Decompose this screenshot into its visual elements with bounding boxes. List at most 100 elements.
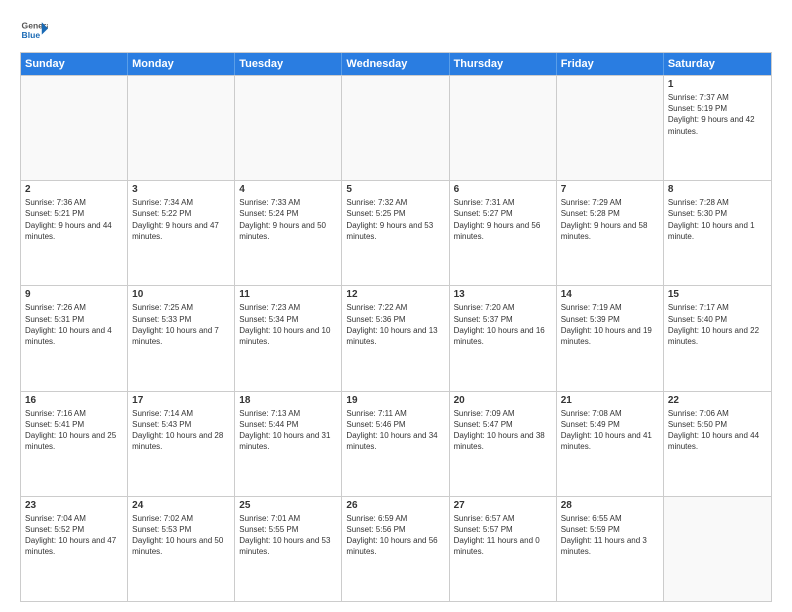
day-cell-18: 18Sunrise: 7:13 AM Sunset: 5:44 PM Dayli… — [235, 392, 342, 496]
day-number: 7 — [561, 184, 659, 195]
day-number: 8 — [668, 184, 767, 195]
day-number: 6 — [454, 184, 552, 195]
day-info: Sunrise: 7:09 AM Sunset: 5:47 PM Dayligh… — [454, 408, 552, 453]
day-cell-26: 26 Sunrise: 6:59 AM Sunset: 5:56 PM Dayli… — [342, 497, 449, 601]
weekday-header-friday: Friday — [557, 53, 664, 75]
day-number: 12 — [346, 289, 444, 300]
day-cell-27: 27 Sunrise: 6:57 AM Sunset: 5:57 PM Dayli… — [450, 497, 557, 601]
day-cell-8: 8 Sunrise: 7:28 AM Sunset: 5:30 PM Daylig… — [664, 181, 771, 285]
day-info: Sunrise: 7:11 AM Sunset: 5:46 PM Dayligh… — [346, 408, 444, 453]
logo-icon: General Blue — [20, 16, 48, 44]
day-cell-12: 12 Sunrise: 7:22 AM Sunset: 5:36 PM Dayli… — [342, 286, 449, 390]
day-cell-15: 15 Sunrise: 7:17 AM Sunset: 5:40 PM Dayli… — [664, 286, 771, 390]
day-number: 13 — [454, 289, 552, 300]
day-cell-20: 20 Sunrise: 7:09 AM Sunset: 5:47 PM Dayli… — [450, 392, 557, 496]
day-number: 25 — [239, 500, 337, 511]
svg-text:Blue: Blue — [22, 30, 41, 40]
day-info: Sunrise: 7:32 AM Sunset: 5:25 PM Dayligh… — [346, 197, 444, 242]
empty-cell-0-5 — [557, 76, 664, 180]
empty-cell-0-4 — [450, 76, 557, 180]
day-number: 21 — [561, 395, 659, 406]
day-info: Sunrise: 7:19 AM Sunset: 5:39 PM Dayligh… — [561, 302, 659, 347]
day-number: 10 — [132, 289, 230, 300]
day-info: Sunrise: 7:23 AM Sunset: 5:34 PM Dayligh… — [239, 302, 337, 347]
day-info: Sunrise: 7:33 AM Sunset: 5:24 PM Dayligh… — [239, 197, 337, 242]
weekday-header-monday: Monday — [128, 53, 235, 75]
day-cell-16: 16 Sunrise: 7:16 AM Sunset: 5:41 PM Dayli… — [21, 392, 128, 496]
day-info: Sunrise: 7:34 AM Sunset: 5:22 PM Dayligh… — [132, 197, 230, 242]
day-info: Sunrise: 7:36 AM Sunset: 5:21 PM Dayligh… — [25, 197, 123, 242]
day-number: 3 — [132, 184, 230, 195]
day-cell-14: 14 Sunrise: 7:19 AM Sunset: 5:39 PM Dayli… — [557, 286, 664, 390]
day-info: Sunrise: 7:28 AM Sunset: 5:30 PM Dayligh… — [668, 197, 767, 242]
day-info: Sunrise: 7:04 AM Sunset: 5:52 PM Dayligh… — [25, 513, 123, 558]
day-info: Sunrise: 7:02 AM Sunset: 5:53 PM Dayligh… — [132, 513, 230, 558]
day-info: Sunrise: 7:01 AM Sunset: 5:55 PM Dayligh… — [239, 513, 337, 558]
day-cell-21: 21 Sunrise: 7:08 AM Sunset: 5:49 PM Dayli… — [557, 392, 664, 496]
day-cell-3: 3 Sunrise: 7:34 AM Sunset: 5:22 PM Daylig… — [128, 181, 235, 285]
calendar-row-5: 23Sunrise: 7:04 AM Sunset: 5:52 PM Dayli… — [21, 496, 771, 601]
day-number: 1 — [668, 79, 767, 90]
weekday-header-thursday: Thursday — [450, 53, 557, 75]
day-cell-19: 19 Sunrise: 7:11 AM Sunset: 5:46 PM Dayli… — [342, 392, 449, 496]
calendar-row-1: 1 Sunrise: 7:37 AM Sunset: 5:19 PM Daylig… — [21, 75, 771, 180]
day-info: Sunrise: 7:25 AM Sunset: 5:33 PM Dayligh… — [132, 302, 230, 347]
day-cell-4: 4 Sunrise: 7:33 AM Sunset: 5:24 PM Daylig… — [235, 181, 342, 285]
day-info: Sunrise: 7:31 AM Sunset: 5:27 PM Dayligh… — [454, 197, 552, 242]
day-number: 14 — [561, 289, 659, 300]
day-number: 5 — [346, 184, 444, 195]
day-cell-22: 22 Sunrise: 7:06 AM Sunset: 5:50 PM Dayli… — [664, 392, 771, 496]
day-info: Sunrise: 6:57 AM Sunset: 5:57 PM Dayligh… — [454, 513, 552, 558]
calendar: SundayMondayTuesdayWednesdayThursdayFrid… — [20, 52, 772, 602]
day-info: Sunrise: 7:17 AM Sunset: 5:40 PM Dayligh… — [668, 302, 767, 347]
day-cell-1: 1 Sunrise: 7:37 AM Sunset: 5:19 PM Daylig… — [664, 76, 771, 180]
day-info: Sunrise: 7:29 AM Sunset: 5:28 PM Dayligh… — [561, 197, 659, 242]
day-info: Sunrise: 6:55 AM Sunset: 5:59 PM Dayligh… — [561, 513, 659, 558]
day-info: Sunrise: 6:59 AM Sunset: 5:56 PM Dayligh… — [346, 513, 444, 558]
day-number: 20 — [454, 395, 552, 406]
day-info: Sunrise: 7:22 AM Sunset: 5:36 PM Dayligh… — [346, 302, 444, 347]
day-number: 15 — [668, 289, 767, 300]
day-cell-7: 7 Sunrise: 7:29 AM Sunset: 5:28 PM Daylig… — [557, 181, 664, 285]
day-cell-6: 6 Sunrise: 7:31 AM Sunset: 5:27 PM Daylig… — [450, 181, 557, 285]
weekday-header-saturday: Saturday — [664, 53, 771, 75]
day-cell-28: 28Sunrise: 6:55 AM Sunset: 5:59 PM Dayli… — [557, 497, 664, 601]
day-info: Sunrise: 7:16 AM Sunset: 5:41 PM Dayligh… — [25, 408, 123, 453]
day-cell-5: 5 Sunrise: 7:32 AM Sunset: 5:25 PM Daylig… — [342, 181, 449, 285]
calendar-row-3: 9Sunrise: 7:26 AM Sunset: 5:31 PM Daylig… — [21, 285, 771, 390]
calendar-header: SundayMondayTuesdayWednesdayThursdayFrid… — [21, 53, 771, 75]
day-cell-13: 13Sunrise: 7:20 AM Sunset: 5:37 PM Dayli… — [450, 286, 557, 390]
day-number: 16 — [25, 395, 123, 406]
day-number: 17 — [132, 395, 230, 406]
empty-cell-0-3 — [342, 76, 449, 180]
calendar-row-4: 16 Sunrise: 7:16 AM Sunset: 5:41 PM Dayli… — [21, 391, 771, 496]
empty-cell-4-6 — [664, 497, 771, 601]
day-number: 26 — [346, 500, 444, 511]
day-number: 24 — [132, 500, 230, 511]
day-info: Sunrise: 7:06 AM Sunset: 5:50 PM Dayligh… — [668, 408, 767, 453]
day-info: Sunrise: 7:14 AM Sunset: 5:43 PM Dayligh… — [132, 408, 230, 453]
day-number: 4 — [239, 184, 337, 195]
day-info: Sunrise: 7:26 AM Sunset: 5:31 PM Dayligh… — [25, 302, 123, 347]
day-number: 19 — [346, 395, 444, 406]
page: General Blue SundayMondayTuesdayWednesda… — [0, 0, 792, 612]
day-info: Sunrise: 7:08 AM Sunset: 5:49 PM Dayligh… — [561, 408, 659, 453]
day-cell-11: 11Sunrise: 7:23 AM Sunset: 5:34 PM Dayli… — [235, 286, 342, 390]
empty-cell-0-2 — [235, 76, 342, 180]
day-cell-9: 9Sunrise: 7:26 AM Sunset: 5:31 PM Daylig… — [21, 286, 128, 390]
day-cell-24: 24 Sunrise: 7:02 AM Sunset: 5:53 PM Dayli… — [128, 497, 235, 601]
weekday-header-wednesday: Wednesday — [342, 53, 449, 75]
day-cell-23: 23Sunrise: 7:04 AM Sunset: 5:52 PM Dayli… — [21, 497, 128, 601]
day-cell-10: 10 Sunrise: 7:25 AM Sunset: 5:33 PM Dayli… — [128, 286, 235, 390]
day-info: Sunrise: 7:37 AM Sunset: 5:19 PM Dayligh… — [668, 92, 767, 137]
day-number: 22 — [668, 395, 767, 406]
empty-cell-0-1 — [128, 76, 235, 180]
day-cell-25: 25 Sunrise: 7:01 AM Sunset: 5:55 PM Dayli… — [235, 497, 342, 601]
header: General Blue — [20, 16, 772, 44]
day-cell-17: 17 Sunrise: 7:14 AM Sunset: 5:43 PM Dayli… — [128, 392, 235, 496]
day-cell-2: 2Sunrise: 7:36 AM Sunset: 5:21 PM Daylig… — [21, 181, 128, 285]
calendar-row-2: 2Sunrise: 7:36 AM Sunset: 5:21 PM Daylig… — [21, 180, 771, 285]
day-number: 27 — [454, 500, 552, 511]
weekday-header-sunday: Sunday — [21, 53, 128, 75]
weekday-header-tuesday: Tuesday — [235, 53, 342, 75]
